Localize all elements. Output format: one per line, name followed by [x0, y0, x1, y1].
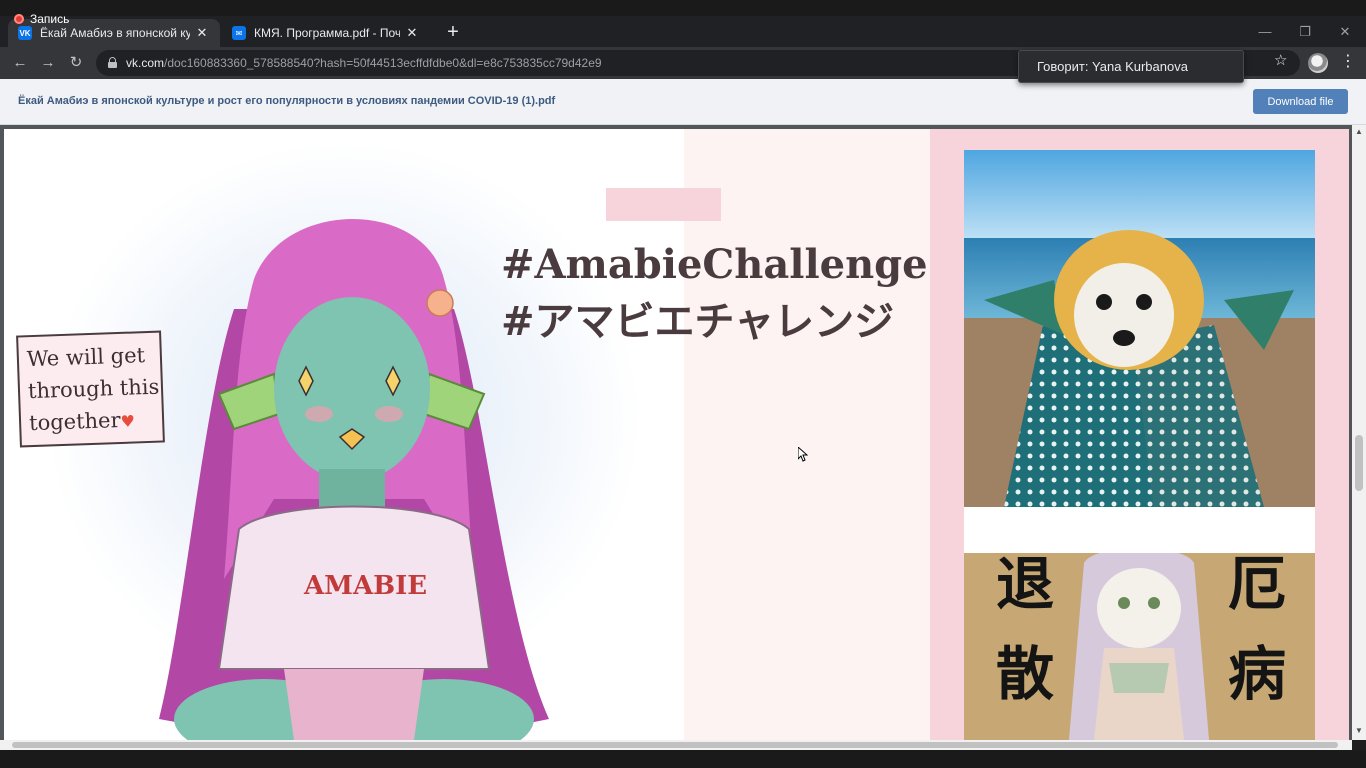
mouse-cursor-icon: [798, 447, 808, 462]
note-line-1: We will get: [26, 343, 146, 372]
profile-avatar[interactable]: [1308, 53, 1328, 73]
mail-favicon-icon: ✉: [232, 26, 246, 40]
minimize-icon[interactable]: —: [1250, 20, 1280, 44]
note-line-2: through this: [27, 374, 160, 404]
kebab-menu-icon[interactable]: ⋮: [1340, 52, 1356, 72]
reload-icon[interactable]: ↻: [64, 51, 88, 75]
recording-label: Запись: [30, 12, 70, 26]
close-window-icon[interactable]: ✕: [1330, 20, 1360, 44]
kanji-top-left: 退: [996, 553, 1055, 618]
note-line-3: together♥: [29, 403, 155, 441]
hashtag-japanese: #アマビエチャレンジ: [501, 298, 895, 345]
forward-arrow-icon[interactable]: →: [36, 51, 60, 75]
document-header: Ёкай Амабиэ в японской культуре и рост е…: [0, 79, 1366, 125]
tab-title: Ёкай Амабиэ в японской культу: [40, 26, 190, 40]
kanji-bottom-right: 病: [1228, 640, 1287, 708]
lock-icon: [108, 57, 117, 68]
kanji-bottom-left: 散: [996, 640, 1055, 708]
bookmark-star-icon[interactable]: ☆: [1274, 52, 1290, 70]
photo-cat-amabie-costume: 退 散 厄 病: [964, 553, 1315, 740]
url-text: vk.com/doc160883360_578588540?hash=50f44…: [126, 56, 602, 70]
tab-bar: VK Ёкай Амабиэ в японской культу ✕ ✉ КМЯ…: [0, 16, 1366, 47]
new-tab-plus-icon[interactable]: +: [444, 22, 462, 42]
tab-close-icon[interactable]: ✕: [404, 25, 420, 41]
back-arrow-icon[interactable]: ←: [8, 51, 32, 75]
heart-icon: ♥: [120, 411, 136, 431]
tab-title: КМЯ. Программа.pdf - Почта M: [254, 26, 400, 40]
vertical-scroll-thumb[interactable]: [1355, 435, 1363, 491]
tab-mail-program[interactable]: ✉ КМЯ. Программа.pdf - Почта M ✕: [222, 19, 430, 47]
shirt-text: AMABIE: [303, 571, 427, 601]
recording-strip: [0, 0, 1366, 16]
hashtag-english: #AmabieChallenge: [501, 241, 928, 288]
photo-dog-amabie-costume: [964, 150, 1315, 507]
decorative-pink-rect: [606, 188, 721, 221]
kanji-top-right: 厄: [1228, 553, 1287, 618]
tab-close-icon[interactable]: ✕: [194, 25, 210, 41]
vertical-scrollbar[interactable]: ▲ ▼: [1352, 125, 1366, 740]
restore-icon[interactable]: ❐: [1290, 20, 1320, 44]
vk-favicon-icon: VK: [18, 26, 32, 40]
hand-drawn-note: We will get through this together♥: [16, 330, 165, 448]
horizontal-scrollbar[interactable]: [0, 740, 1352, 750]
recording-indicator: Запись: [14, 12, 69, 26]
bottom-strip: [0, 750, 1366, 768]
download-file-button[interactable]: Download file: [1253, 89, 1348, 114]
record-icon: [14, 14, 24, 24]
speaker-tooltip: Говорит: Yana Kurbanova: [1018, 50, 1244, 83]
scroll-up-arrow-icon[interactable]: ▲: [1354, 127, 1364, 137]
photo-gap: [964, 507, 1315, 553]
pdf-viewer: AMABIE We will get through this together…: [0, 125, 1366, 740]
document-title: Ёкай Амабиэ в японской культуре и рост е…: [18, 95, 556, 107]
horizontal-scroll-thumb[interactable]: [12, 742, 1338, 748]
pdf-page: AMABIE We will get through this together…: [4, 129, 1349, 740]
scroll-down-arrow-icon[interactable]: ▼: [1354, 726, 1364, 736]
